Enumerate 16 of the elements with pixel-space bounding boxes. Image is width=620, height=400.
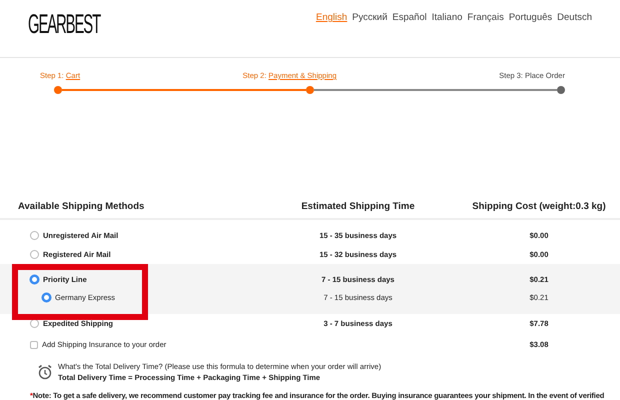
column-header: Estimated Shipping Time <box>300 200 416 212</box>
alarm-clock-icon <box>38 364 52 380</box>
radio-button[interactable] <box>30 275 39 284</box>
radio-button[interactable] <box>30 231 39 240</box>
checkbox[interactable] <box>30 340 38 348</box>
language-link[interactable]: Deutsch <box>557 12 592 23</box>
column-header: Shipping Cost (weight:0.3 kg) <box>471 200 607 212</box>
radio-button[interactable] <box>42 293 51 302</box>
language-link[interactable]: Português <box>508 12 552 23</box>
language-link[interactable]: Italiano <box>432 12 462 23</box>
language-link[interactable]: Español <box>392 12 427 23</box>
radio-button[interactable] <box>30 250 39 259</box>
column-header: Available Shipping Methods <box>18 200 146 212</box>
logo[interactable]: GEARBEST <box>28 8 100 40</box>
language-link[interactable]: Русский <box>352 12 388 23</box>
language-link[interactable]: Français <box>467 12 504 23</box>
